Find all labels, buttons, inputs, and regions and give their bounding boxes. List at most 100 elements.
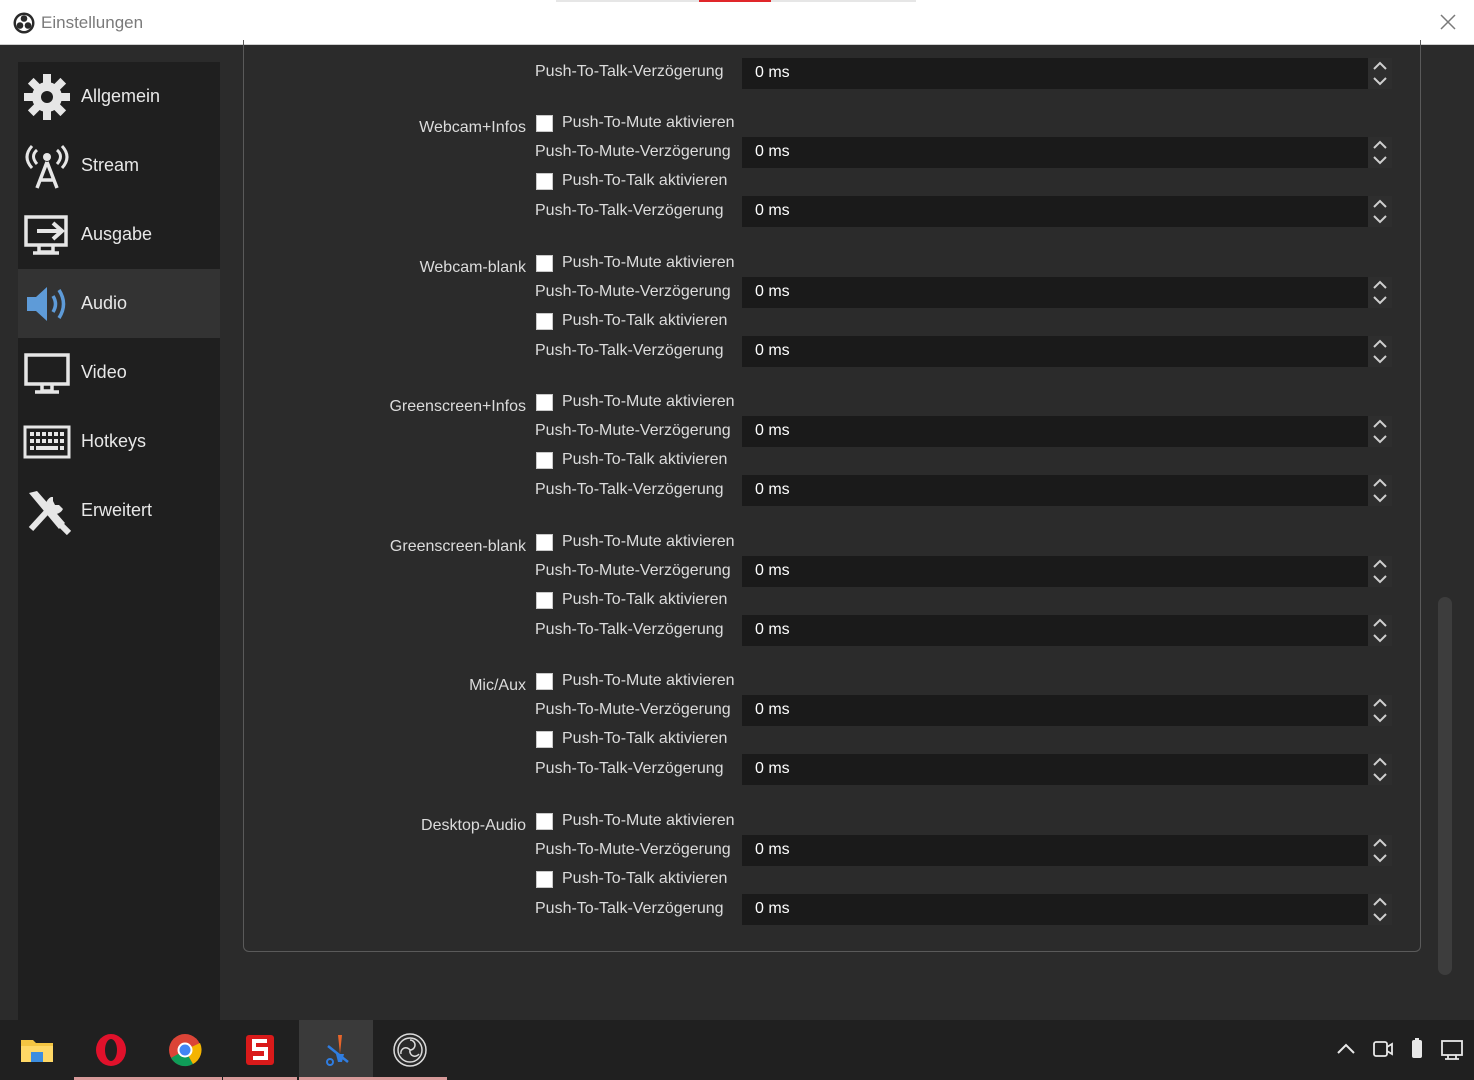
checkbox[interactable]: [536, 173, 553, 190]
spinbox-buttons: [1368, 58, 1392, 89]
delay-spinbox[interactable]: 0 ms: [742, 894, 1392, 925]
chevron-down-icon[interactable]: [1370, 851, 1390, 865]
sidebar-item-label: Allgemein: [81, 86, 161, 106]
chevron-down-icon[interactable]: [1370, 352, 1390, 366]
taskbar-chrome[interactable]: [148, 1020, 222, 1080]
monitor-icon: [24, 353, 70, 394]
chevron-up-icon[interactable]: [1370, 337, 1390, 351]
chevron-up-icon[interactable]: [1370, 476, 1390, 490]
chevron-down-icon[interactable]: [1370, 770, 1390, 784]
taskbar-red-s-app[interactable]: [223, 1020, 297, 1080]
delay-spinbox[interactable]: 0 ms: [742, 416, 1392, 447]
chevron-down-icon[interactable]: [1370, 432, 1390, 446]
checkbox[interactable]: [536, 871, 553, 888]
chevron-up-icon[interactable]: [1370, 616, 1390, 630]
sidebar-item-audio[interactable]: Audio: [18, 269, 220, 338]
checkbox[interactable]: [536, 813, 553, 830]
spinbox-value: 0 ms: [755, 900, 790, 917]
opera-icon: [96, 1034, 126, 1066]
spinbox-buttons: [1368, 754, 1392, 785]
taskbar-obs[interactable]: [373, 1020, 447, 1080]
sidebar-item-label: Erweitert: [81, 500, 153, 520]
chevron-up-icon[interactable]: [1370, 59, 1390, 73]
sidebar-item-label: Hotkeys: [81, 431, 147, 451]
ptm-delay-label: Push-To-Mute-Verzögerung: [535, 841, 731, 858]
checkbox-label: Push-To-Talk aktivieren: [562, 312, 728, 329]
chevron-up-icon[interactable]: [1370, 417, 1390, 431]
sidebar-item-ausgabe[interactable]: Ausgabe: [18, 200, 220, 269]
chevron-up-icon[interactable]: [1370, 895, 1390, 909]
chevron-down-icon[interactable]: [1370, 572, 1390, 586]
checkbox-label: Push-To-Mute aktivieren: [562, 114, 735, 131]
delay-spinbox[interactable]: 0 ms: [742, 754, 1392, 785]
spinbox-value: 0 ms: [755, 422, 790, 439]
taskbar-opera[interactable]: [74, 1020, 148, 1080]
chevron-up-icon[interactable]: [1370, 138, 1390, 152]
sidebar-item-hotkeys[interactable]: Hotkeys: [18, 407, 220, 476]
source-name: Webcam-blank: [419, 259, 526, 276]
chevron-down-icon[interactable]: [1370, 711, 1390, 725]
ptt-delay-label: Push-To-Talk-Verzögerung: [535, 342, 724, 359]
battery-icon[interactable]: [1404, 1036, 1430, 1062]
checkbox[interactable]: [536, 115, 553, 132]
title-bar: Einstellungen: [0, 0, 1474, 45]
chevron-up-icon[interactable]: [1370, 557, 1390, 571]
obs-icon: [393, 1033, 427, 1067]
checkbox[interactable]: [536, 313, 553, 330]
network-icon[interactable]: [1440, 1036, 1466, 1062]
chevron-down-icon[interactable]: [1370, 491, 1390, 505]
title-accent: [556, 0, 699, 2]
delay-spinbox[interactable]: 0 ms: [742, 835, 1392, 866]
spinbox-value: 0 ms: [755, 621, 790, 638]
taskbar-paint-tool[interactable]: [299, 1020, 373, 1080]
delay-spinbox[interactable]: 0 ms: [742, 556, 1392, 587]
delay-spinbox[interactable]: 0 ms: [742, 475, 1392, 506]
ptm-delay-label: Push-To-Mute-Verzögerung: [535, 701, 731, 718]
sidebar-item-allgemein[interactable]: Allgemein: [18, 62, 220, 131]
delay-spinbox[interactable]: 0 ms: [742, 137, 1392, 168]
chevron-down-icon[interactable]: [1370, 293, 1390, 307]
ptt-delay-spinbox[interactable]: 0 ms: [742, 58, 1392, 89]
chevron-down-icon[interactable]: [1370, 74, 1390, 88]
checkbox[interactable]: [536, 592, 553, 609]
chevron-up-icon[interactable]: [1370, 755, 1390, 769]
sidebar-item-erweitert[interactable]: Erweitert: [18, 476, 220, 545]
delay-spinbox[interactable]: 0 ms: [742, 196, 1392, 227]
obs-logo-icon: [13, 12, 35, 34]
checkbox-label: Push-To-Mute aktivieren: [562, 533, 735, 550]
delay-spinbox[interactable]: 0 ms: [742, 336, 1392, 367]
delay-spinbox[interactable]: 0 ms: [742, 277, 1392, 308]
checkbox[interactable]: [536, 255, 553, 272]
checkbox[interactable]: [536, 673, 553, 690]
chevron-up-icon[interactable]: [1370, 836, 1390, 850]
checkbox[interactable]: [536, 452, 553, 469]
delay-spinbox[interactable]: 0 ms: [742, 615, 1392, 646]
checkbox-label: Push-To-Mute aktivieren: [562, 254, 735, 271]
checkbox[interactable]: [536, 534, 553, 551]
chevron-down-icon[interactable]: [1370, 910, 1390, 924]
close-icon[interactable]: [1436, 10, 1460, 34]
delay-spinbox[interactable]: 0 ms: [742, 695, 1392, 726]
chevron-up-icon[interactable]: [1333, 1036, 1359, 1062]
chevron-up-icon[interactable]: [1370, 197, 1390, 211]
chevron-down-icon[interactable]: [1370, 212, 1390, 226]
sidebar-item-stream[interactable]: Stream: [18, 131, 220, 200]
checkbox[interactable]: [536, 731, 553, 748]
scrollbar-thumb[interactable]: [1438, 597, 1452, 975]
spinbox-buttons: [1368, 615, 1392, 646]
broadcast-antenna-icon: [25, 144, 69, 189]
spinbox-value: 0 ms: [755, 481, 790, 498]
title-accent-red: [699, 0, 771, 2]
meet-now-icon[interactable]: [1370, 1036, 1396, 1062]
chevron-down-icon[interactable]: [1370, 153, 1390, 167]
chevron-up-icon[interactable]: [1370, 278, 1390, 292]
chevron-up-icon[interactable]: [1370, 696, 1390, 710]
sidebar-item-video[interactable]: Video: [18, 338, 220, 407]
checkbox-label: Push-To-Mute aktivieren: [562, 812, 735, 829]
source-name: Webcam+Infos: [419, 119, 526, 136]
chevron-down-icon[interactable]: [1370, 631, 1390, 645]
taskbar-file-explorer[interactable]: [0, 1020, 74, 1080]
spinbox-buttons: [1368, 137, 1392, 168]
sidebar-item-label: Audio: [81, 293, 128, 313]
checkbox[interactable]: [536, 394, 553, 411]
